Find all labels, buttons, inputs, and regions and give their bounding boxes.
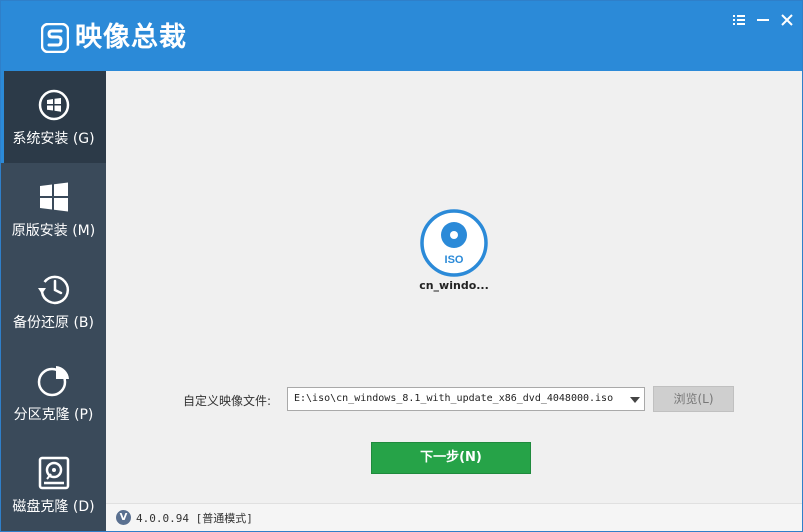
version-icon: V bbox=[116, 510, 131, 525]
sidebar-item-label: 分区克隆 (P) bbox=[13, 407, 94, 423]
windows-logo-icon bbox=[40, 182, 68, 212]
next-button[interactable]: 下一步(N) bbox=[371, 442, 531, 474]
backup-restore-icon bbox=[38, 275, 70, 305]
status-bar: V 4.0.0.94 [普通模式] bbox=[106, 503, 802, 531]
title-bar[interactable]: 映像总裁 bbox=[1, 1, 802, 71]
image-file-label: 自定义映像文件: bbox=[183, 394, 272, 408]
app-window: 映像总裁 系统安装 (G) 原版安装 (M) 备份还原 (B) 分区克隆 (P)… bbox=[0, 0, 803, 532]
browse-button[interactable]: 浏览(L) bbox=[653, 386, 734, 412]
iso-disc-icon[interactable]: ISO bbox=[419, 208, 489, 278]
version-text: 4.0.0.94 [普通模式] bbox=[136, 512, 253, 525]
image-file-select[interactable]: E:\iso\cn_windows_8.1_with_update_x86_dv… bbox=[287, 387, 645, 411]
disk-clone-icon bbox=[38, 456, 70, 490]
disc-filename: cn_windo... bbox=[419, 279, 489, 292]
image-file-value: E:\iso\cn_windows_8.1_with_update_x86_dv… bbox=[294, 393, 614, 404]
sidebar-item-label: 系统安装 (G) bbox=[12, 131, 95, 147]
sidebar-item-label: 磁盘克隆 (D) bbox=[12, 499, 95, 515]
partition-pie-icon bbox=[37, 366, 69, 397]
logo-s-icon bbox=[41, 23, 69, 53]
system-install-icon bbox=[38, 89, 70, 121]
iso-badge: ISO bbox=[445, 254, 464, 266]
minimize-icon[interactable] bbox=[753, 10, 773, 30]
close-icon[interactable] bbox=[777, 10, 797, 30]
sidebar-item-original-install[interactable]: 原版安装 (M) bbox=[1, 163, 106, 255]
menu-icon[interactable] bbox=[729, 10, 749, 30]
app-title: 映像总裁 bbox=[75, 22, 187, 53]
sidebar-item-partition-clone[interactable]: 分区克隆 (P) bbox=[1, 347, 106, 439]
sidebar-item-system-install[interactable]: 系统安装 (G) bbox=[1, 71, 106, 163]
chevron-down-icon[interactable] bbox=[630, 397, 640, 403]
app-logo: 映像总裁 bbox=[41, 21, 187, 55]
sidebar-item-backup-restore[interactable]: 备份还原 (B) bbox=[1, 255, 106, 347]
sidebar-item-label: 备份还原 (B) bbox=[13, 315, 94, 331]
sidebar: 系统安装 (G) 原版安装 (M) 备份还原 (B) 分区克隆 (P) 磁盘克隆… bbox=[1, 71, 106, 531]
sidebar-item-disk-clone[interactable]: 磁盘克隆 (D) bbox=[1, 439, 106, 531]
sidebar-item-label: 原版安装 (M) bbox=[11, 223, 96, 239]
